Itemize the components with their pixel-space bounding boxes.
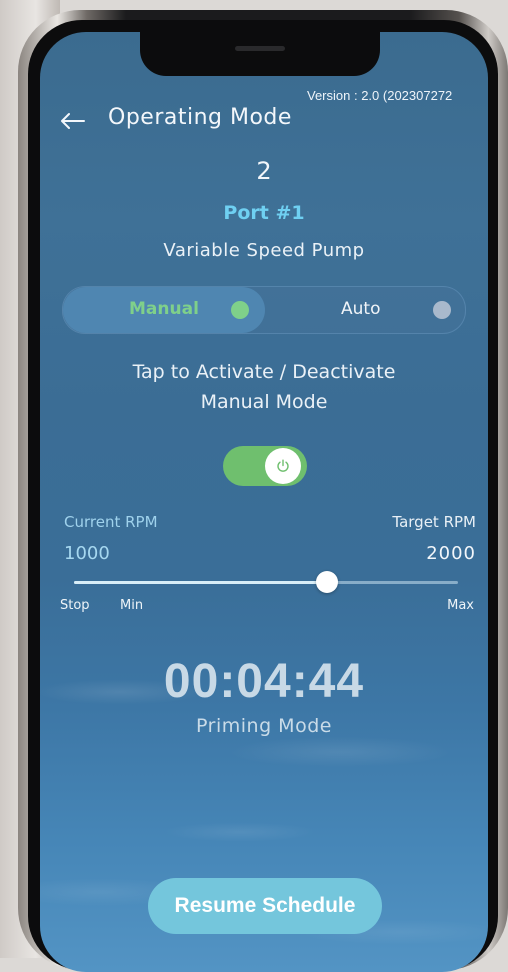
mode-manual-label: Manual bbox=[129, 299, 199, 319]
back-arrow-icon bbox=[61, 113, 85, 129]
page-title: Operating Mode bbox=[108, 105, 292, 130]
hint-line-1: Tap to Activate / Deactivate bbox=[132, 361, 396, 383]
power-toggle-switch[interactable] bbox=[223, 446, 307, 486]
app-screen: Version : 2.0 (202307272 Operating Mode … bbox=[40, 32, 488, 972]
mode-manual-option[interactable]: Manual bbox=[63, 287, 265, 333]
manual-mode-hint: Tap to Activate / Deactivate Manual Mode bbox=[40, 357, 488, 417]
speaker-grille bbox=[235, 46, 285, 51]
power-icon bbox=[277, 459, 289, 472]
current-rpm-label: Current RPM bbox=[64, 513, 158, 531]
device-type: Variable Speed Pump bbox=[163, 240, 365, 261]
mode-auto-indicator bbox=[433, 301, 451, 319]
resume-schedule-button[interactable]: Resume Schedule bbox=[148, 878, 382, 934]
slider-max-label: Max bbox=[447, 598, 474, 613]
rpm-slider-fill bbox=[74, 581, 328, 584]
mode-auto-label: Auto bbox=[341, 299, 381, 319]
mode-auto-option[interactable]: Auto bbox=[265, 287, 465, 333]
power-toggle-knob bbox=[265, 448, 301, 484]
port-number: 2 bbox=[256, 157, 272, 185]
target-rpm-value: 2000 bbox=[426, 543, 476, 564]
mode-toggle: Manual Auto bbox=[62, 286, 466, 334]
phone-notch bbox=[140, 32, 380, 76]
port-name: Port #1 bbox=[223, 202, 305, 224]
slider-stop-label: Stop bbox=[60, 598, 90, 613]
target-rpm-label: Target RPM bbox=[392, 513, 476, 531]
mode-manual-indicator bbox=[231, 301, 249, 319]
hint-line-2: Manual Mode bbox=[200, 391, 328, 413]
rpm-slider-track[interactable] bbox=[74, 571, 458, 593]
back-button[interactable] bbox=[54, 104, 88, 130]
timer-status: Priming Mode bbox=[196, 715, 332, 737]
rpm-slider-thumb[interactable] bbox=[316, 571, 339, 593]
slider-min-label: Min bbox=[120, 598, 144, 613]
version-label: Version : 2.0 (202307272 bbox=[307, 88, 453, 103]
countdown-timer: 00:04:44 bbox=[163, 655, 365, 708]
current-rpm-value: 1000 bbox=[64, 543, 110, 564]
